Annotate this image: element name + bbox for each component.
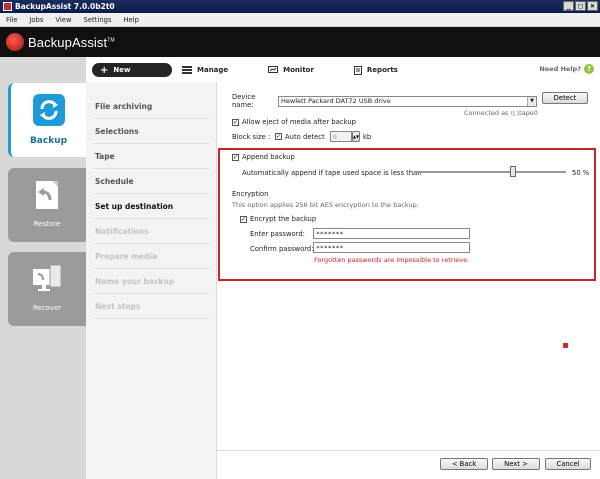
append-row: ✓ Append backup [232, 153, 295, 161]
wizard-steps: File archiving Selections Tape Schedule … [86, 82, 216, 479]
blocksize-unit: kb [363, 132, 372, 141]
step-tape[interactable]: Tape [93, 144, 209, 169]
red-marker [563, 343, 568, 348]
next-button[interactable]: Next > [492, 458, 540, 470]
enter-password-label: Enter password: [250, 230, 305, 238]
step-selections[interactable]: Selections [93, 119, 209, 144]
nav-recover[interactable]: Recover [8, 252, 86, 326]
title-bar: BackupAssist 7.0.0b2t0 _ □ × [0, 0, 600, 13]
main-tab-bar: + New Manage Monitor Reports Need Help? … [86, 58, 600, 82]
encryption-heading: Encryption [232, 190, 269, 198]
step-prepare-media: Prepare media [93, 244, 209, 269]
footer-divider [216, 450, 600, 451]
app-icon [3, 2, 12, 11]
eject-checkbox[interactable]: ✓ [232, 118, 239, 126]
menu-settings[interactable]: Settings [84, 16, 112, 24]
detect-button[interactable]: Detect [542, 92, 588, 104]
autodetect-checkbox[interactable]: ✓ [275, 133, 282, 140]
chevron-down-icon: ▼ [527, 96, 536, 106]
connected-status: Connected as \\.\tape0 [464, 109, 538, 117]
cancel-button[interactable]: Cancel [545, 458, 591, 470]
append-percent: 50 % [572, 169, 590, 177]
nav-backup[interactable]: Backup [8, 83, 86, 157]
encryption-description: This option applies 256 bit AES encrypti… [232, 201, 419, 209]
step-schedule[interactable]: Schedule [93, 169, 209, 194]
brand-name: BackupAssistTM [28, 34, 115, 50]
window-title: BackupAssist 7.0.0b2t0 [15, 2, 115, 11]
device-label: Device name: [232, 93, 256, 109]
encrypt-checkbox[interactable]: ✓ [240, 215, 247, 223]
back-button[interactable]: < Back [440, 458, 488, 470]
close-icon[interactable]: × [587, 1, 598, 11]
need-help-link[interactable]: Need Help? ? [539, 64, 594, 74]
append-slider-track[interactable] [414, 171, 566, 173]
report-icon [353, 65, 362, 75]
step-notifications: Notifications [93, 219, 209, 244]
encrypt-label: Encrypt the backup [250, 215, 317, 223]
nav-restore[interactable]: Restore [8, 168, 86, 242]
minimize-icon[interactable]: _ [563, 1, 574, 11]
window-controls: _ □ × [563, 1, 598, 11]
append-slider-thumb[interactable] [509, 166, 516, 177]
tab-monitor[interactable]: Monitor [268, 66, 314, 74]
tab-reports-label: Reports [366, 66, 398, 74]
auto-append-label: Automatically append if tape used space … [242, 169, 422, 177]
new-button[interactable]: + New [92, 63, 172, 77]
backup-sync-icon [32, 94, 65, 126]
nav-recover-label: Recover [32, 304, 62, 312]
brand-logo-icon [6, 33, 24, 51]
step-next-steps: Next steps [93, 294, 209, 319]
blocksize-label: Block size : [232, 132, 271, 141]
menu-jobs[interactable]: Jobs [29, 16, 43, 24]
new-label: New [113, 66, 131, 74]
menu-view[interactable]: View [55, 16, 71, 24]
eject-row: ✓ Allow eject of media after backup [232, 118, 356, 126]
tab-manage[interactable]: Manage [182, 66, 228, 74]
list-icon [182, 66, 192, 74]
confirm-password-label: Confirm password: [250, 245, 314, 253]
confirm-password-input[interactable]: ******* [313, 242, 470, 253]
append-label: Append backup [242, 153, 295, 161]
maximize-icon[interactable]: □ [575, 1, 586, 11]
device-value: Hewlett Packard DAT72 USB drive [281, 97, 391, 105]
need-help-label: Need Help? [539, 65, 581, 73]
step-set-up-destination[interactable]: Set up destination [93, 194, 209, 219]
append-checkbox[interactable]: ✓ [232, 153, 239, 161]
tab-monitor-label: Monitor [283, 66, 314, 74]
blocksize-stepper[interactable]: ▲▼ [352, 131, 360, 142]
left-nav: Backup Restore Recover [0, 57, 86, 479]
tab-reports[interactable]: Reports [353, 65, 398, 75]
menu-help[interactable]: Help [123, 16, 139, 24]
monitor-icon [268, 66, 279, 73]
plus-icon: + [100, 64, 109, 76]
device-select[interactable]: Hewlett Packard DAT72 USB drive ▼ [278, 95, 537, 107]
autodetect-label: Auto detect [285, 132, 325, 141]
blocksize-input[interactable]: 0 [330, 131, 352, 142]
step-file-archiving[interactable]: File archiving [93, 94, 209, 119]
menu-bar: File Jobs View Settings Help [0, 13, 600, 27]
encrypt-row: ✓ Encrypt the backup [240, 215, 316, 223]
menu-file[interactable]: File [6, 16, 17, 24]
enter-password-input[interactable]: ******* [313, 228, 470, 239]
tab-manage-label: Manage [197, 66, 229, 74]
eject-label: Allow eject of media after backup [242, 118, 356, 126]
device-row: Device name: Hewlett Packard DAT72 USB d… [232, 93, 537, 109]
nav-restore-label: Restore [33, 220, 61, 228]
help-icon: ? [584, 64, 594, 74]
step-name-your-backup: Name your backup [93, 269, 209, 294]
restore-icon [36, 181, 58, 209]
brand-bar: BackupAssistTM [0, 27, 600, 57]
password-warning: Forgotten passwords are impossible to re… [314, 256, 470, 264]
blocksize-row: Block size : ✓ Auto detect 0 ▲▼ kb [232, 131, 371, 142]
recover-icon [33, 264, 62, 291]
nav-backup-label: Backup [29, 136, 68, 146]
